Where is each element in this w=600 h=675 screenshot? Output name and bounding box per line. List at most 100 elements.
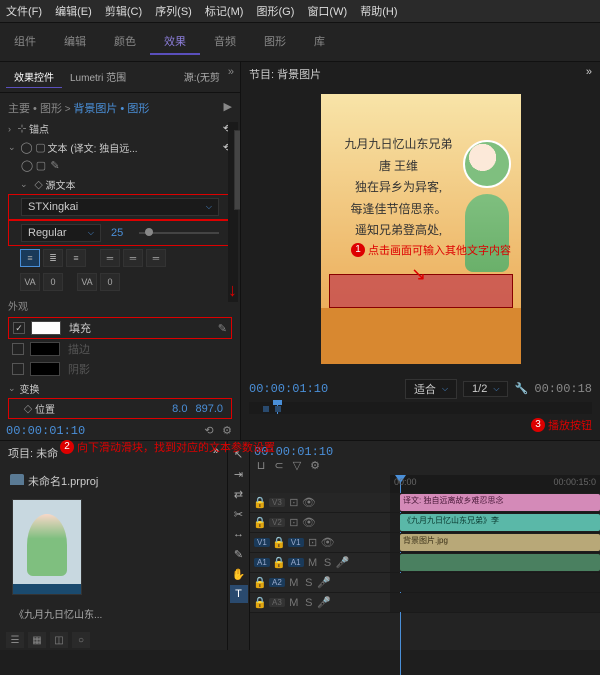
tracking-button[interactable]: VA	[77, 273, 97, 291]
align-middle-button[interactable]: ═	[123, 249, 143, 267]
solo-icon[interactable]: S	[303, 597, 315, 609]
track-select-tool[interactable]: ⇥	[230, 465, 248, 483]
menu-marker[interactable]: 标记(M)	[205, 6, 244, 18]
project-tab[interactable]: 项目: 未命	[8, 448, 58, 460]
track-toggle[interactable]: A3	[269, 598, 285, 607]
kerning-button[interactable]: VA	[20, 273, 40, 291]
program-canvas[interactable]: 九月九日忆山东兄弟 唐 王维 独在异乡为异客, 每逢佳节倍思亲。 遥知兄弟登高处…	[321, 94, 521, 364]
tab-editing[interactable]: 编辑	[50, 29, 100, 55]
panel-menu-icon[interactable]: »	[228, 66, 234, 88]
disclosure-icon[interactable]: ⌄	[8, 142, 16, 153]
menu-help[interactable]: 帮助(H)	[360, 6, 397, 18]
type-tool[interactable]: T	[230, 585, 248, 603]
eye-icon[interactable]: 👁	[322, 537, 334, 549]
mute-icon[interactable]: M	[307, 557, 319, 569]
menu-edit[interactable]: 编辑(E)	[55, 6, 92, 18]
settings-icon[interactable]: ⚙	[220, 424, 234, 438]
eye-icon[interactable]: 👁	[303, 517, 315, 529]
disclosure-icon[interactable]: ›	[8, 124, 11, 134]
tab-audio[interactable]: 音频	[200, 29, 250, 55]
wrench-icon[interactable]: 🔧	[514, 382, 528, 396]
eye-icon[interactable]: 👁	[303, 497, 315, 509]
tab-color[interactable]: 颜色	[100, 29, 150, 55]
settings-icon[interactable]: ⚙	[308, 459, 322, 473]
icon-view-button[interactable]: ▦	[28, 632, 46, 648]
poem-text[interactable]: 九月九日忆山东兄弟 唐 王维 独在异乡为异客, 每逢佳节倍思亲。 遥知兄弟登高处…	[339, 134, 459, 242]
loop-icon[interactable]: ⟲	[202, 424, 216, 438]
sync-lock-icon[interactable]: ⊡	[307, 537, 319, 549]
disclosure-icon[interactable]: ⌄	[8, 383, 16, 394]
fill-checkbox[interactable]	[13, 322, 25, 334]
font-weight-dropdown[interactable]: Regular⌵	[21, 224, 101, 242]
clip-audio[interactable]	[400, 554, 600, 571]
panel-menu-icon[interactable]: »	[586, 66, 592, 78]
lock-icon[interactable]: 🔒	[254, 517, 266, 529]
menu-file[interactable]: 文件(F)	[6, 6, 42, 18]
track-toggle[interactable]: A2	[269, 578, 285, 587]
font-size-slider[interactable]	[139, 232, 219, 234]
fit-dropdown[interactable]: 适合⌵	[405, 379, 457, 399]
stroke-color-swatch[interactable]	[30, 342, 60, 356]
razor-tool[interactable]: ✂	[230, 505, 248, 523]
panel-scrollbar[interactable]	[228, 122, 238, 302]
pen-tool[interactable]: ✎	[230, 545, 248, 563]
sync-lock-icon[interactable]: ⊡	[288, 517, 300, 529]
clip-background[interactable]: 背景图片.jpg	[400, 534, 600, 551]
lock-icon[interactable]: 🔒	[254, 577, 266, 589]
play-icon[interactable]: ▶	[224, 100, 232, 113]
font-size-value[interactable]: 25	[111, 227, 123, 239]
lock-icon[interactable]: 🔒	[254, 497, 266, 509]
shadow-color-swatch[interactable]	[30, 362, 60, 376]
tab-assembly[interactable]: 组件	[0, 29, 50, 55]
fill-color-swatch[interactable]	[31, 321, 61, 335]
track-toggle[interactable]: V3	[269, 498, 285, 507]
clip-title[interactable]: 《九月九日忆山东兄弟》李	[400, 514, 600, 531]
align-top-button[interactable]: ═	[100, 249, 120, 267]
mute-icon[interactable]: M	[288, 577, 300, 589]
mask-icon[interactable]: ▢	[34, 141, 48, 155]
stroke-checkbox[interactable]	[12, 343, 24, 355]
lock-icon[interactable]: 🔒	[273, 537, 285, 549]
clip-subtitle[interactable]: 译文: 独自远离故乡难忍思念	[400, 494, 600, 511]
ripple-edit-tool[interactable]: ⇄	[230, 485, 248, 503]
eyedropper-icon[interactable]: ✎	[218, 322, 227, 335]
track-toggle[interactable]: V2	[269, 518, 285, 527]
clip-label[interactable]: 《九月九日忆山东...	[6, 606, 221, 621]
program-title[interactable]: 节目: 背景图片	[249, 69, 321, 81]
program-scrubber[interactable]	[249, 402, 592, 414]
menu-sequence[interactable]: 序列(S)	[155, 6, 192, 18]
tab-effects[interactable]: 效果	[150, 29, 200, 55]
hand-tool[interactable]: ✋	[230, 565, 248, 583]
source-patch[interactable]: A1	[254, 558, 270, 567]
keyframe-icon[interactable]: ◇	[32, 178, 46, 192]
visibility-icon[interactable]: ◯	[20, 141, 34, 155]
position-x-value[interactable]: 8.0	[172, 403, 187, 415]
source-patch[interactable]: V1	[254, 538, 270, 547]
sync-lock-icon[interactable]: ⊡	[288, 497, 300, 509]
kerning-value[interactable]: 0	[43, 273, 63, 291]
align-bottom-button[interactable]: ═	[146, 249, 166, 267]
align-center-button[interactable]: ≣	[43, 249, 63, 267]
ellipse-mask-icon[interactable]: ◯	[20, 159, 34, 173]
solo-icon[interactable]: S	[322, 557, 334, 569]
tracking-value[interactable]: 0	[100, 273, 120, 291]
program-timecode[interactable]: 00:00:01:10	[249, 382, 328, 396]
mute-icon[interactable]: M	[288, 597, 300, 609]
freeform-view-button[interactable]: ◫	[50, 632, 68, 648]
track-toggle[interactable]: V1	[288, 538, 304, 547]
linked-selection-icon[interactable]: ⊂	[272, 459, 286, 473]
align-left-button[interactable]: ≡	[20, 249, 40, 267]
font-family-dropdown[interactable]: STXingkai⌵	[21, 198, 219, 216]
lock-icon[interactable]: 🔒	[273, 557, 285, 569]
solo-icon[interactable]: S	[303, 577, 315, 589]
voiceover-icon[interactable]: 🎤	[318, 597, 330, 609]
menu-window[interactable]: 窗口(W)	[307, 6, 347, 18]
pen-mask-icon[interactable]: ✎	[48, 159, 62, 173]
shadow-checkbox[interactable]	[12, 363, 24, 375]
tab-lumetri-scopes[interactable]: Lumetri 范围	[62, 66, 134, 88]
tab-library[interactable]: 库	[300, 29, 339, 55]
zoom-slider[interactable]: ○	[72, 632, 90, 648]
list-view-button[interactable]: ☰	[6, 632, 24, 648]
disclosure-icon[interactable]: ⌄	[20, 179, 28, 190]
track-toggle[interactable]: A1	[288, 558, 304, 567]
